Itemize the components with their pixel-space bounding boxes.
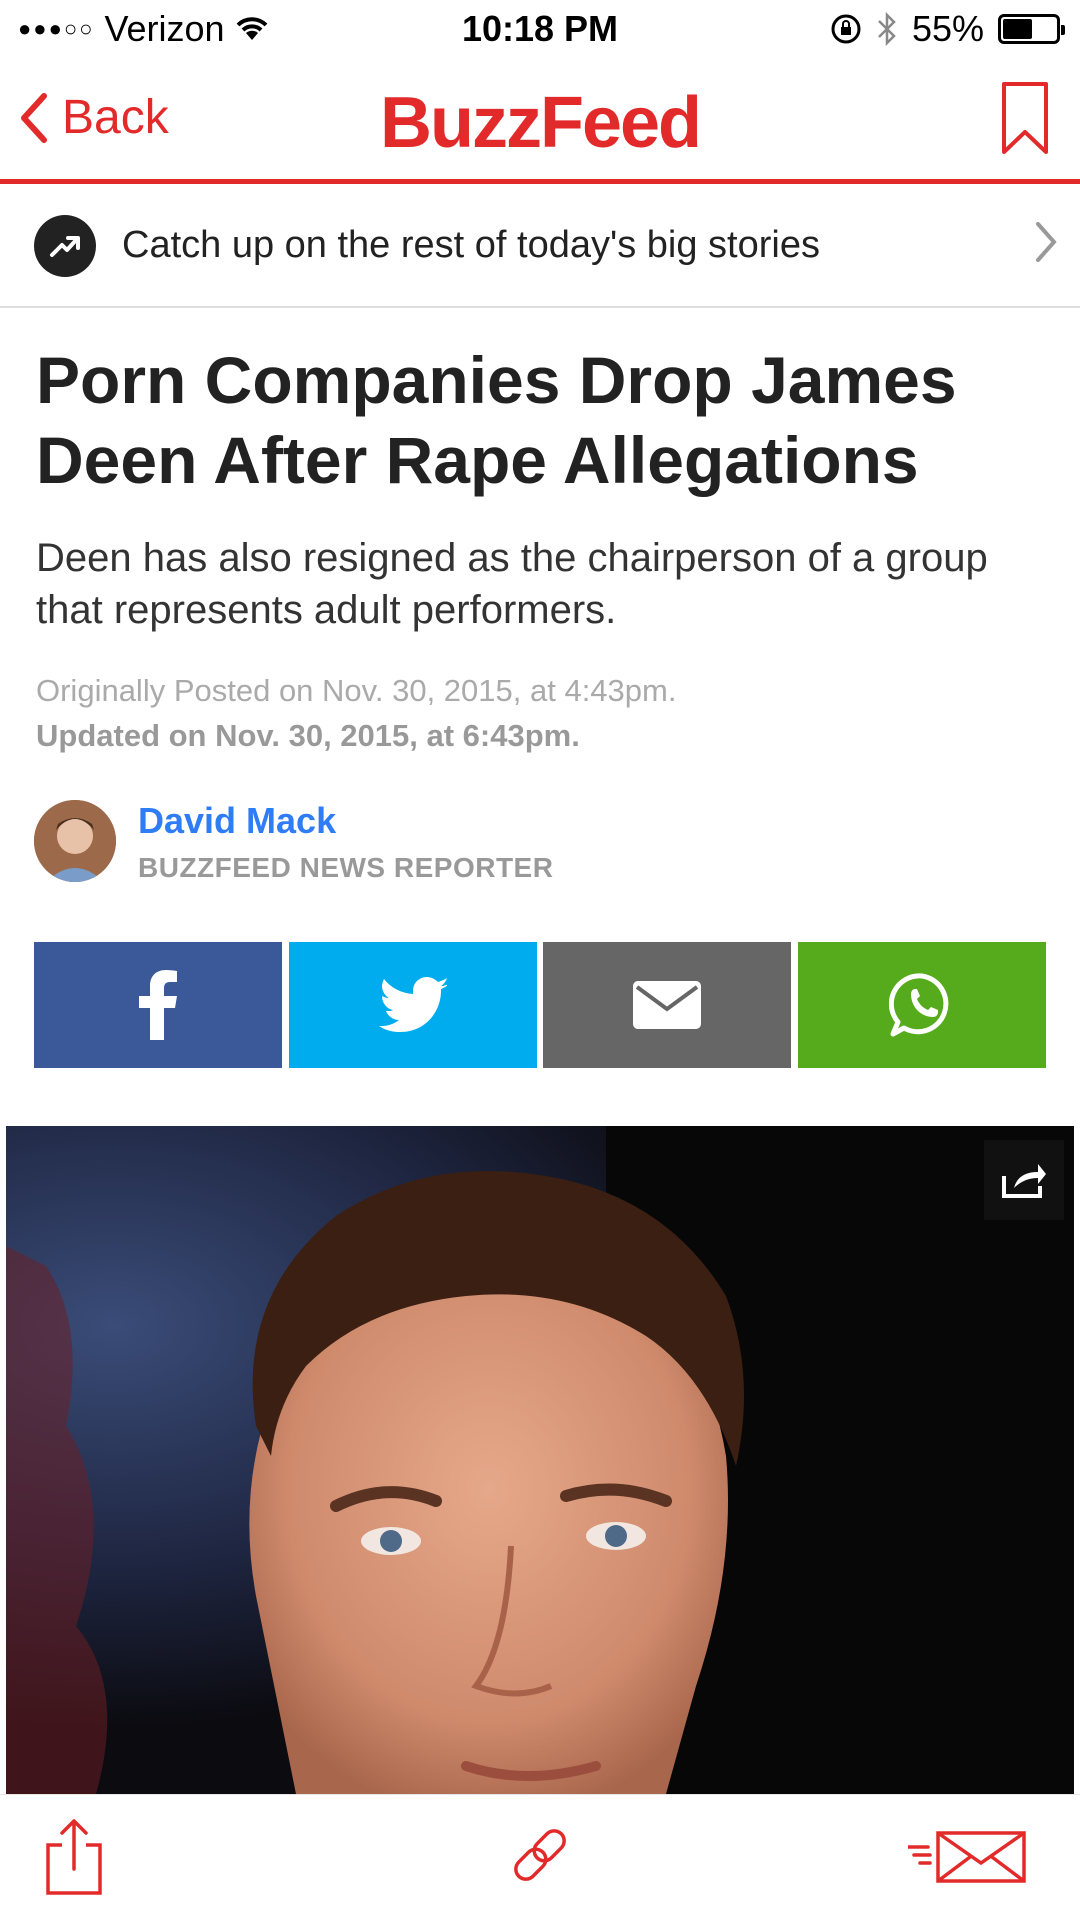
battery-icon [998, 14, 1065, 44]
bookmark-icon[interactable] [1000, 80, 1050, 156]
battery-percent: 55% [911, 8, 984, 49]
email-share-button[interactable] [543, 942, 791, 1068]
nav-bar: Back BuzzFeed [0, 60, 1080, 184]
bottom-toolbar [0, 1794, 1080, 1921]
posted-date: Originally Posted on Nov. 30, 2015, at 4… [36, 673, 677, 708]
link-icon[interactable] [506, 1821, 574, 1889]
twitter-icon [379, 977, 447, 1032]
author-avatar[interactable] [34, 800, 116, 882]
article-photo[interactable] [6, 1126, 1074, 1794]
photo-share-button[interactable] [984, 1140, 1064, 1220]
status-bar: ●●●○○ Verizon 10:18 PM 55% [0, 0, 1080, 60]
battery-level [1003, 19, 1032, 39]
facebook-share-button[interactable] [34, 942, 282, 1068]
trending-icon [34, 215, 96, 277]
catch-up-text: Catch up on the rest of today's big stor… [122, 224, 820, 266]
share-arrow-icon [1002, 1164, 1046, 1198]
newsletter-icon[interactable] [908, 1829, 1028, 1885]
author-name[interactable]: David Mack [138, 800, 336, 842]
bluetooth-icon [878, 12, 896, 46]
whatsapp-share-button[interactable] [798, 942, 1046, 1068]
twitter-share-button[interactable] [289, 942, 537, 1068]
catch-up-banner[interactable]: Catch up on the rest of today's big stor… [0, 184, 1080, 308]
buzzfeed-logo: BuzzFeed [379, 83, 702, 163]
article-title: Porn Companies Drop James Deen After Rap… [36, 343, 957, 497]
updated-date: Updated on Nov. 30, 2015, at 6:43pm. [36, 718, 580, 753]
article-dek: Deen has also resigned as the chairperso… [36, 536, 988, 632]
share-icon[interactable] [44, 1817, 104, 1897]
whatsapp-icon [889, 973, 949, 1037]
chevron-right-icon [1036, 222, 1057, 262]
rotation-lock-icon [831, 14, 861, 44]
facebook-icon [139, 970, 177, 1040]
email-icon [633, 981, 701, 1029]
status-right: 55% [830, 8, 1065, 50]
author-role: BUZZFEED NEWS REPORTER [138, 852, 554, 883]
photo-image [6, 1126, 1074, 1794]
